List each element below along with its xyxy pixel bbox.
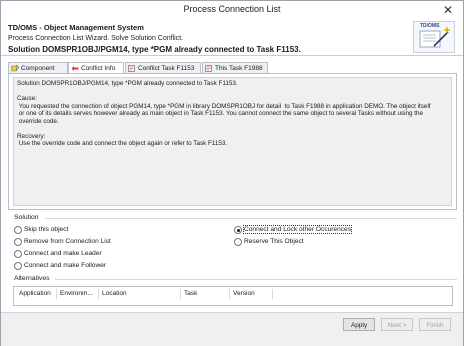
column-divider [180, 289, 181, 299]
tdoms-logo: TD/OMS [413, 21, 455, 53]
column-header-version[interactable]: Version [233, 290, 255, 297]
radio-label: Connect and Lock other Occurences [242, 225, 353, 234]
alternatives-table[interactable]: Application Environm... Location Task Ve… [13, 286, 453, 306]
radio-reserve-object[interactable]: Reserve This Object [234, 237, 304, 246]
radio-label: Connect and make Leader [24, 250, 102, 257]
window-title: Process Connection List [183, 4, 281, 14]
tab-this-task[interactable]: This Task F1988 [202, 62, 268, 73]
radio-skip-object[interactable]: Skip this object [14, 225, 68, 234]
column-header-task[interactable]: Task [184, 290, 197, 297]
conflict-info-panel: Solution DOMSPR1OBJ/PGM14, type *PGM alr… [8, 73, 457, 210]
conflict-details-text[interactable]: Solution DOMSPR1OBJ/PGM14, type *PGM alr… [13, 77, 452, 206]
column-divider [98, 289, 99, 299]
radio-make-leader[interactable]: Connect and make Leader [14, 249, 102, 258]
apply-button[interactable]: Apply [343, 318, 375, 331]
radio-label: Skip this object [24, 226, 69, 233]
alternatives-divider [55, 279, 457, 280]
alternatives-group-title: Alternatives [14, 275, 50, 282]
tab-label: This Task F1988 [215, 65, 263, 72]
conflict-icon [71, 66, 79, 71]
process-connection-window: Process Connection List ✕ TD/OMS - Objec… [0, 0, 464, 346]
radio-remove-from-list[interactable]: Remove from Connection List [14, 237, 111, 246]
radio-connect-lock[interactable]: Connect and Lock other Occurences [234, 225, 353, 234]
task-icon [205, 65, 212, 72]
wizard-description: Process Connection List Wizard. Solve So… [8, 35, 184, 42]
radio-label: Connect and make Follower [24, 262, 107, 269]
radio-label: Remove from Connection List [24, 238, 111, 245]
app-title: TD/OMS - Object Management System [8, 23, 144, 32]
radio-icon [14, 250, 22, 258]
solution-divider [45, 218, 457, 219]
wand-icon [419, 26, 451, 48]
tab-label: Conflict Info [81, 65, 116, 72]
radio-icon [14, 238, 22, 246]
tab-component-info[interactable]: Component Info [8, 62, 68, 83]
tab-conflict-task[interactable]: Conflict Task F1153 [125, 62, 201, 73]
radio-selected-icon [234, 226, 242, 234]
component-icon [11, 65, 19, 72]
radio-icon [234, 238, 242, 246]
column-divider [56, 289, 57, 299]
task-icon [128, 65, 135, 72]
tab-label: Conflict Task F1153 [138, 65, 195, 72]
column-header-location[interactable]: Location [102, 290, 127, 297]
radio-icon [14, 262, 22, 270]
radio-make-follower[interactable]: Connect and make Follower [14, 261, 106, 270]
column-header-environment[interactable]: Environm... [60, 290, 93, 297]
column-divider [229, 289, 230, 299]
radio-icon [14, 226, 22, 234]
solution-message: Solution DOMSPR1OBJ/PGM14, type *PGM alr… [8, 45, 301, 54]
column-divider [272, 289, 273, 299]
header-separator [1, 55, 463, 56]
wizard-header: TD/OMS - Object Management System Proces… [1, 19, 463, 55]
radio-label: Reserve This Object [244, 238, 304, 245]
next-button[interactable]: Next > [381, 318, 413, 331]
solution-group-title: Solution [14, 214, 39, 221]
finish-button[interactable]: Finish [419, 318, 451, 331]
button-bar: Apply Next > Finish [1, 312, 463, 346]
column-header-application[interactable]: Application [19, 290, 51, 297]
close-icon[interactable]: ✕ [441, 3, 455, 17]
title-bar: Process Connection List ✕ [1, 1, 463, 19]
